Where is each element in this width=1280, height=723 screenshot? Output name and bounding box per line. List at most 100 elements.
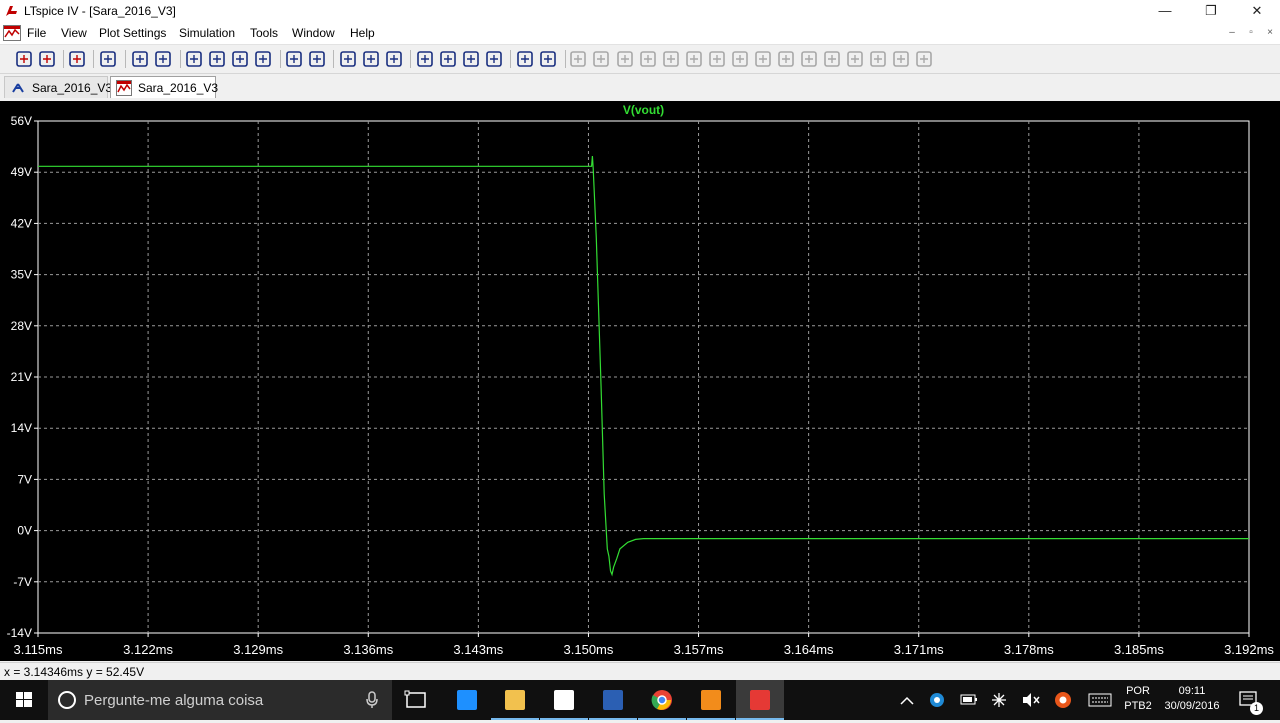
spice-directive-icon[interactable] — [914, 49, 934, 69]
mdi-minimize-button[interactable]: – — [1224, 26, 1240, 40]
print-setup-icon[interactable] — [515, 49, 535, 69]
zoom-cancel-icon[interactable] — [253, 49, 273, 69]
clock[interactable]: 09:11 30/09/2016 — [1158, 685, 1226, 712]
copy-icon[interactable] — [438, 49, 458, 69]
new-schematic-icon[interactable] — [14, 49, 34, 69]
tab-schematic-label: Sara_2016_V3 — [32, 81, 113, 95]
cascade-icon[interactable] — [361, 49, 381, 69]
x-tick-label: 3.150ms — [564, 642, 614, 657]
print-icon[interactable] — [538, 49, 558, 69]
network-tray[interactable] — [988, 680, 1010, 720]
maximize-button[interactable]: ❐ — [1188, 0, 1234, 22]
word-taskbar-button[interactable] — [589, 680, 637, 720]
input-language[interactable]: POR PTB2 — [1120, 685, 1156, 712]
menu-help[interactable]: Help — [350, 26, 375, 40]
wire-icon[interactable] — [568, 49, 588, 69]
menu-tools[interactable]: Tools — [250, 26, 278, 40]
label-net-icon[interactable] — [615, 49, 635, 69]
menu-view[interactable]: View — [61, 26, 87, 40]
save-icon[interactable] — [67, 49, 87, 69]
component-icon[interactable] — [730, 49, 750, 69]
minimize-button[interactable]: — — [1142, 0, 1188, 22]
tray-app-icon[interactable] — [926, 680, 948, 720]
open-icon[interactable] — [37, 49, 57, 69]
tab-waveform-label: Sara_2016_V3 — [138, 81, 219, 95]
keyboard-layout: PTB2 — [1124, 700, 1152, 712]
y-tick-label: 0V — [17, 524, 32, 538]
drag-icon[interactable] — [776, 49, 796, 69]
show-hidden-icons-button[interactable] — [896, 680, 918, 720]
waveform-plot[interactable]: 3.115ms 3.122ms 3.129ms 3.136ms 3.143ms 3.150… — [0, 101, 1280, 661]
menu-plot-settings[interactable]: Plot Settings — [99, 26, 166, 40]
volume-tray[interactable] — [1020, 680, 1042, 720]
mdi-restore-button[interactable]: ▫ — [1243, 26, 1259, 40]
antivirus-tray[interactable] — [1052, 680, 1074, 720]
file-explorer-taskbar-button[interactable] — [491, 680, 539, 720]
start-button[interactable] — [0, 680, 48, 720]
windows-logo-icon — [16, 692, 32, 707]
resistor-icon[interactable] — [638, 49, 658, 69]
plot-canvas[interactable]: 3.115ms 3.122ms 3.129ms 3.136ms 3.143ms 3.150… — [0, 101, 1280, 661]
tile-horizontal-icon[interactable] — [338, 49, 358, 69]
trace-vout — [38, 156, 1249, 577]
ltspice-icon — [750, 690, 770, 710]
ground-icon[interactable] — [591, 49, 611, 69]
rotate-icon[interactable] — [845, 49, 865, 69]
cortana-icon — [58, 691, 76, 709]
ltspice-taskbar-button[interactable] — [736, 680, 784, 720]
zoom-out-icon[interactable] — [230, 49, 250, 69]
document-tabs: Sara_2016_V3 Sara_2016_V3 — [0, 74, 1280, 100]
redo-icon[interactable] — [822, 49, 842, 69]
tab-schematic[interactable]: Sara_2016_V3 — [4, 76, 112, 98]
mdi-close-button[interactable]: × — [1262, 26, 1278, 40]
store-taskbar-button[interactable] — [540, 680, 588, 720]
zoom-fit-icon[interactable] — [307, 49, 327, 69]
toolbar-separator — [180, 50, 181, 68]
capacitor-icon[interactable] — [661, 49, 681, 69]
x-tick-label: 3.129ms — [233, 642, 283, 657]
close-button[interactable]: ✕ — [1234, 0, 1280, 22]
mirror-icon[interactable] — [868, 49, 888, 69]
file-explorer-icon — [505, 690, 525, 710]
menu-window[interactable]: Window — [292, 26, 335, 40]
action-center-button[interactable]: 1 — [1234, 680, 1264, 720]
pan-hand-icon[interactable] — [153, 49, 173, 69]
inductor-icon[interactable] — [684, 49, 704, 69]
status-bar: x = 3.14346ms y = 52.45V — [0, 662, 1280, 681]
chrome-taskbar-button[interactable] — [638, 680, 686, 720]
y-tick-label: 42V — [11, 216, 32, 230]
zoom-area-icon[interactable] — [207, 49, 227, 69]
x-tick-label: 3.136ms — [343, 642, 393, 657]
diode-icon[interactable] — [707, 49, 727, 69]
menu-file[interactable]: File — [27, 26, 46, 40]
battery-tray[interactable] — [958, 680, 980, 720]
touch-keyboard-button[interactable] — [1086, 680, 1114, 720]
matlab-icon — [701, 690, 721, 710]
control-panel-icon[interactable] — [98, 49, 118, 69]
paste-icon[interactable] — [461, 49, 481, 69]
search-box[interactable]: Pergunte-me alguma coisa — [48, 680, 392, 720]
trace-label-vout: V(vout) — [623, 103, 664, 117]
text-icon[interactable] — [891, 49, 911, 69]
edge-taskbar-button[interactable] — [443, 680, 491, 720]
autorange-icon[interactable] — [284, 49, 304, 69]
tile-vertical-icon[interactable] — [384, 49, 404, 69]
microphone-icon[interactable] — [364, 690, 380, 710]
cloud-sync-icon — [930, 693, 944, 707]
zoom-in-icon[interactable] — [184, 49, 204, 69]
store-icon — [554, 690, 574, 710]
undo-icon[interactable] — [799, 49, 819, 69]
run-icon[interactable] — [130, 49, 150, 69]
move-icon[interactable] — [753, 49, 773, 69]
find-icon[interactable] — [484, 49, 504, 69]
y-tick-label: 35V — [11, 268, 32, 282]
matlab-taskbar-button[interactable] — [687, 680, 735, 720]
cut-icon[interactable] — [415, 49, 435, 69]
task-view-taskbar-button[interactable] — [392, 680, 440, 720]
network-icon — [992, 693, 1006, 707]
chrome-icon — [651, 690, 672, 710]
menu-simulation[interactable]: Simulation — [179, 26, 235, 40]
battery-icon — [960, 694, 977, 705]
tab-waveform[interactable]: Sara_2016_V3 — [110, 76, 219, 98]
edge-icon — [457, 690, 477, 710]
